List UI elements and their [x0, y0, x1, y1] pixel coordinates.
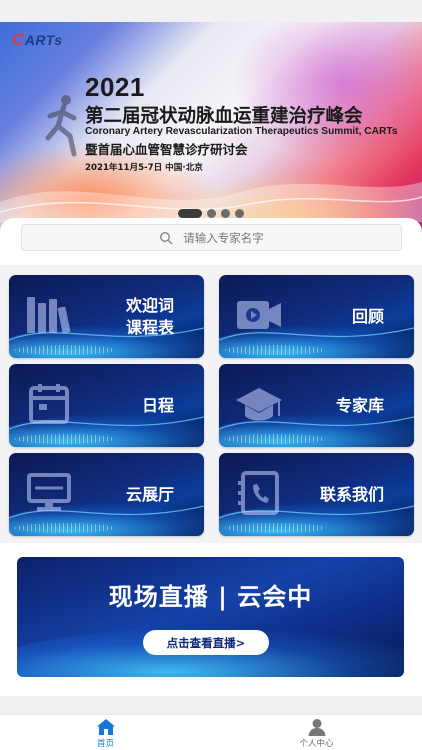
carousel-dot-2[interactable]	[207, 209, 216, 218]
menu-label: 日程	[141, 395, 174, 415]
banner-subtitle-en: Coronary Artery Revascularization Therap…	[85, 126, 398, 137]
live-stream-title: 现场直播 | 云会中	[108, 583, 313, 611]
menu-tile-review[interactable]: 回顾	[219, 275, 414, 358]
video-camera-icon	[237, 301, 281, 329]
banner-date-location: 2021年11月5-7日 中国·北京	[85, 163, 203, 173]
menu-tile-experts[interactable]: 专家库	[219, 364, 414, 447]
search-input[interactable]: 请输入专家名字	[21, 224, 402, 251]
menu-label: 回顾	[351, 306, 384, 326]
menu-tile-agenda[interactable]: 日程	[9, 364, 204, 447]
menu-label: 云展厅	[125, 484, 174, 504]
tab-profile[interactable]: 个人中心	[211, 715, 422, 750]
books-icon	[27, 297, 71, 334]
app-screen: CARTs 2021 第二届冠状动脉血运重建治疗峰会 Coronary Arte…	[0, 0, 422, 750]
banner-year: 2021	[85, 72, 145, 102]
menu-label: 联系我们	[319, 484, 384, 504]
tab-home[interactable]: 首页	[0, 715, 211, 750]
menu-label: 专家库	[335, 395, 384, 415]
carousel-dot-4[interactable]	[235, 209, 244, 218]
banner-title: 第二届冠状动脉血运重建治疗峰会	[85, 106, 363, 127]
tab-home-label: 首页	[96, 739, 114, 749]
watch-live-button[interactable]: 点击查看直播>	[143, 630, 269, 655]
tab-profile-label: 个人中心	[299, 739, 334, 749]
carts-logo: CARTs	[12, 30, 63, 49]
carousel-dot-1[interactable]	[178, 209, 202, 218]
user-icon	[308, 719, 325, 736]
conference-banner[interactable]: CARTs 2021 第二届冠状动脉血运重建治疗峰会 Coronary Arte…	[0, 22, 422, 240]
phone-book-icon	[238, 471, 279, 515]
menu-tile-welcome-schedule[interactable]: 欢迎词 课程表	[9, 275, 204, 358]
search-icon	[160, 231, 173, 245]
menu-grid: 欢迎词 课程表 回顾 日程 专家库 云展厅 联系我们	[0, 265, 422, 543]
carousel-dot-3[interactable]	[221, 209, 230, 218]
bottom-tab-bar: 首页 个人中心	[0, 714, 422, 750]
search-placeholder: 请输入专家名字	[183, 230, 264, 245]
banner-subtitle-cn: 暨首届心血管智慧诊疗研讨会	[85, 142, 248, 157]
main-content: 请输入专家名字 欢迎词 课程表 回顾 日程 专家库 云展厅 联系我们 现场直播 …	[0, 218, 422, 696]
monitor-icon	[27, 473, 71, 511]
carousel-indicator	[0, 209, 422, 218]
menu-tile-cloud-exhibition[interactable]: 云展厅	[9, 453, 204, 536]
graduation-cap-icon	[236, 388, 282, 421]
runner-silhouette-icon	[45, 95, 77, 157]
menu-label: 欢迎词	[125, 295, 174, 315]
home-icon	[96, 719, 115, 735]
live-stream-banner[interactable]: 现场直播 | 云会中 点击查看直播>	[17, 557, 404, 677]
calendar-icon	[29, 384, 69, 424]
menu-label-secondary: 课程表	[125, 317, 174, 337]
menu-tile-contact-us[interactable]: 联系我们	[219, 453, 414, 536]
